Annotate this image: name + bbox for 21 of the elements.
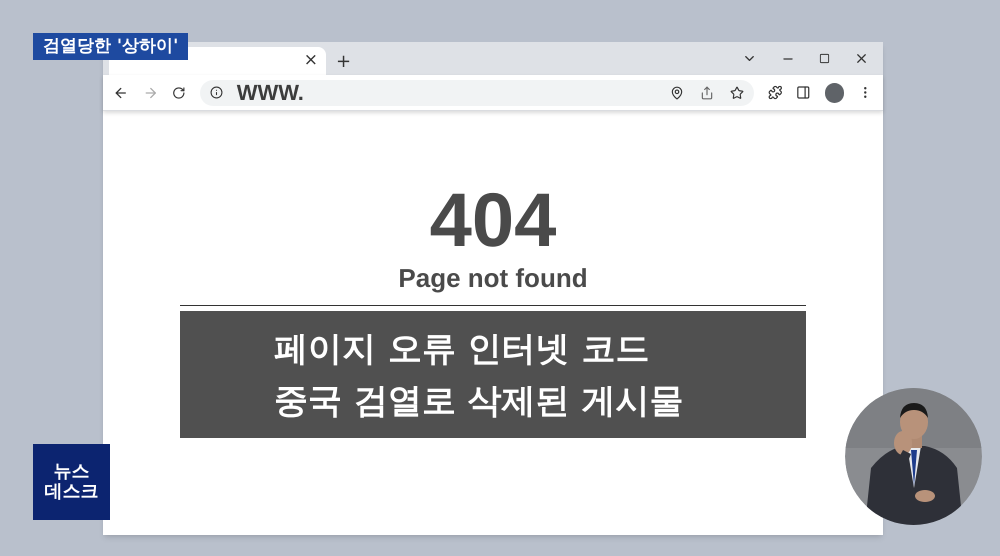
info-icon[interactable] (210, 86, 223, 99)
caption-line: 중국 검열로 삭제된 게시물 (274, 380, 685, 422)
puzzle-icon[interactable] (768, 85, 782, 100)
address-bar[interactable]: WWW. (200, 80, 754, 106)
close-icon[interactable] (854, 51, 869, 66)
bookmark-star-icon[interactable] (730, 86, 744, 100)
logo-text: 뉴스 (54, 462, 90, 482)
maximize-icon[interactable] (819, 53, 830, 64)
url-text: WWW. (236, 79, 304, 107)
close-tab-button[interactable]: × (304, 48, 318, 74)
error-message: Page not found (398, 263, 588, 293)
location-pin-icon[interactable] (670, 86, 684, 100)
news-caption: 검열당한 '상하이' (33, 33, 188, 60)
profile-avatar[interactable] (825, 82, 844, 102)
share-icon[interactable] (700, 86, 714, 100)
side-panel-icon[interactable] (796, 85, 811, 100)
new-tab-button[interactable]: + (336, 47, 352, 75)
caption-line: 페이지 오류 인터넷 코드 (274, 328, 651, 370)
reload-icon[interactable] (172, 86, 186, 100)
logo-text: 데스크 (44, 482, 98, 502)
error-code: 404 (430, 183, 556, 259)
